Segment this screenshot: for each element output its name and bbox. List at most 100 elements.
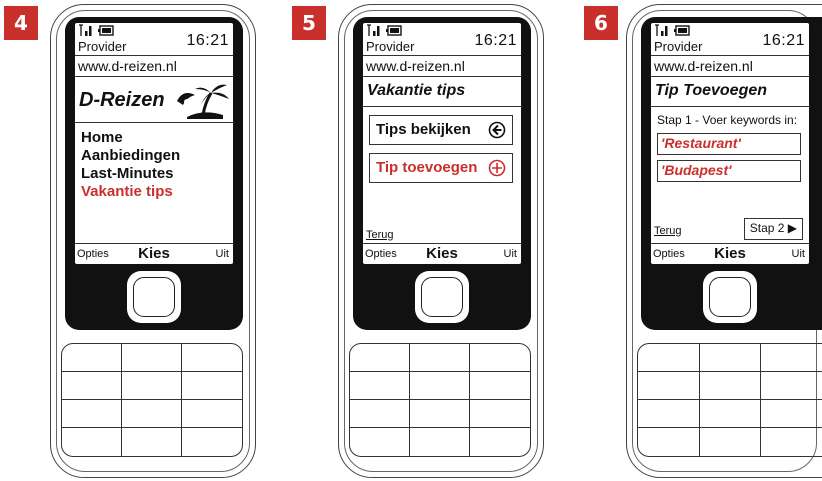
logo-text: D-Reizen xyxy=(79,89,165,111)
keypad xyxy=(349,343,531,457)
keyword-field-2[interactable]: 'Budapest' xyxy=(657,160,801,182)
arrow-left-circle-icon xyxy=(488,121,506,139)
keypad-key[interactable] xyxy=(350,428,410,456)
softkey-select[interactable]: Kies xyxy=(363,245,521,262)
menu-item-last-minutes[interactable]: Last-Minutes xyxy=(81,165,180,183)
keypad-key[interactable] xyxy=(638,372,700,400)
clock: 16:21 xyxy=(186,32,229,49)
keypad-key[interactable] xyxy=(122,428,182,456)
softkey-select[interactable]: Kies xyxy=(651,245,809,262)
keypad xyxy=(637,343,822,457)
view-tips-label: Tips bekijken xyxy=(376,121,471,138)
page-title: Tip Toevoegen xyxy=(651,77,809,107)
keypad-key[interactable] xyxy=(699,344,762,372)
main-menu: Home Aanbiedingen Last-Minutes Vakantie … xyxy=(81,129,180,201)
signal-battery-icon xyxy=(367,24,402,36)
keypad-key[interactable] xyxy=(470,344,530,372)
keypad-key[interactable] xyxy=(700,428,762,456)
url-bar[interactable]: www.d-reizen.nl xyxy=(75,55,233,77)
navigation-key[interactable] xyxy=(415,271,469,323)
phone-bezel: Provider 16:21 www.d-reizen.nl Tip Toevo… xyxy=(641,17,822,330)
next-step-button[interactable]: Stap 2 ▶ xyxy=(743,218,803,240)
keypad-key[interactable] xyxy=(182,344,242,372)
signal-battery-icon xyxy=(655,24,690,36)
keyword-field-1[interactable]: 'Restaurant' xyxy=(657,133,801,155)
keypad-key[interactable] xyxy=(761,372,822,400)
phone-mockup-step-6: Provider 16:21 www.d-reizen.nl Tip Toevo… xyxy=(626,4,822,478)
keypad-key[interactable] xyxy=(470,372,530,400)
site-logo-banner: D-Reizen xyxy=(75,77,233,123)
keypad-key[interactable] xyxy=(410,400,470,428)
provider-label: Provider xyxy=(366,39,415,54)
softkey-bar: Opties Kies Uit xyxy=(75,243,233,264)
island-palm-logo-icon xyxy=(177,84,229,119)
keypad-key[interactable] xyxy=(638,428,700,456)
keypad-key[interactable] xyxy=(470,428,530,456)
keypad-key[interactable] xyxy=(761,400,822,428)
back-link[interactable]: Terug xyxy=(654,225,682,237)
keypad-key[interactable] xyxy=(182,428,242,456)
keypad-key[interactable] xyxy=(350,400,410,428)
status-bar: Provider 16:21 xyxy=(363,23,521,55)
keypad-key[interactable] xyxy=(122,372,182,400)
phone-bezel: Provider 16:21 www.d-reizen.nl Vakantie … xyxy=(353,17,531,330)
page-title: Vakantie tips xyxy=(363,77,521,107)
phone-mockup-step-5: Provider 16:21 www.d-reizen.nl Vakantie … xyxy=(338,4,544,478)
menu-item-aanbiedingen[interactable]: Aanbiedingen xyxy=(81,147,180,165)
keypad-key[interactable] xyxy=(62,400,122,428)
keypad-key[interactable] xyxy=(638,400,700,428)
step-badge-6: 6 xyxy=(584,6,618,40)
keypad-key[interactable] xyxy=(62,428,122,456)
keypad-key[interactable] xyxy=(182,372,242,400)
phone-screen: Provider 16:21 www.d-reizen.nl Vakantie … xyxy=(363,23,521,264)
keypad-key[interactable] xyxy=(699,372,762,400)
keypad-key[interactable] xyxy=(470,400,530,428)
view-tips-button[interactable]: Tips bekijken xyxy=(369,115,513,145)
softkey-bar: Opties Kies Uit xyxy=(651,243,809,264)
keypad-key[interactable] xyxy=(122,344,182,372)
keypad-key[interactable] xyxy=(350,344,410,372)
keypad-key[interactable] xyxy=(410,344,470,372)
phone-screen: Provider 16:21 www.d-reizen.nl Tip Toevo… xyxy=(651,23,809,264)
keypad-key[interactable] xyxy=(638,344,700,372)
keypad-key[interactable] xyxy=(410,372,470,400)
softkey-bar: Opties Kies Uit xyxy=(363,243,521,264)
menu-item-home[interactable]: Home xyxy=(81,129,180,147)
keypad-key[interactable] xyxy=(122,400,182,428)
softkey-exit[interactable]: Uit xyxy=(216,248,229,260)
keypad-key[interactable] xyxy=(350,372,410,400)
phone-mockup-step-4: Provider 16:21 www.d-reizen.nl D-Reizen xyxy=(50,4,256,478)
step-badge-4: 4 xyxy=(4,6,38,40)
keypad-key[interactable] xyxy=(62,372,122,400)
keypad-key[interactable] xyxy=(761,344,822,372)
keypad-key[interactable] xyxy=(410,428,470,456)
add-tip-button[interactable]: Tip toevoegen xyxy=(369,153,513,183)
clock: 16:21 xyxy=(474,32,517,49)
step-badge-5: 5 xyxy=(292,6,326,40)
softkey-exit[interactable]: Uit xyxy=(504,248,517,260)
keypad-key[interactable] xyxy=(182,400,242,428)
menu-item-vakantie-tips[interactable]: Vakantie tips xyxy=(81,183,180,201)
provider-label: Provider xyxy=(654,39,703,54)
step-instruction: Stap 1 - Voer keywords in: xyxy=(657,113,798,127)
plus-circle-icon xyxy=(488,159,506,177)
provider-label: Provider xyxy=(78,39,127,54)
add-tip-label: Tip toevoegen xyxy=(376,159,478,176)
navigation-key[interactable] xyxy=(127,271,181,323)
url-bar[interactable]: www.d-reizen.nl xyxy=(651,55,809,77)
softkey-exit[interactable]: Uit xyxy=(792,248,805,260)
status-bar: Provider 16:21 xyxy=(75,23,233,55)
phone-bezel: Provider 16:21 www.d-reizen.nl D-Reizen xyxy=(65,17,243,330)
keypad-key[interactable] xyxy=(62,344,122,372)
back-link[interactable]: Terug xyxy=(366,229,394,241)
url-bar[interactable]: www.d-reizen.nl xyxy=(363,55,521,77)
keypad-key[interactable] xyxy=(699,400,762,428)
clock: 16:21 xyxy=(762,32,805,49)
keypad-key[interactable] xyxy=(761,428,822,456)
signal-battery-icon xyxy=(79,24,114,36)
softkey-select[interactable]: Kies xyxy=(75,245,233,262)
keypad xyxy=(61,343,243,457)
status-bar: Provider 16:21 xyxy=(651,23,809,55)
navigation-key[interactable] xyxy=(703,271,757,323)
phone-screen: Provider 16:21 www.d-reizen.nl D-Reizen xyxy=(75,23,233,264)
